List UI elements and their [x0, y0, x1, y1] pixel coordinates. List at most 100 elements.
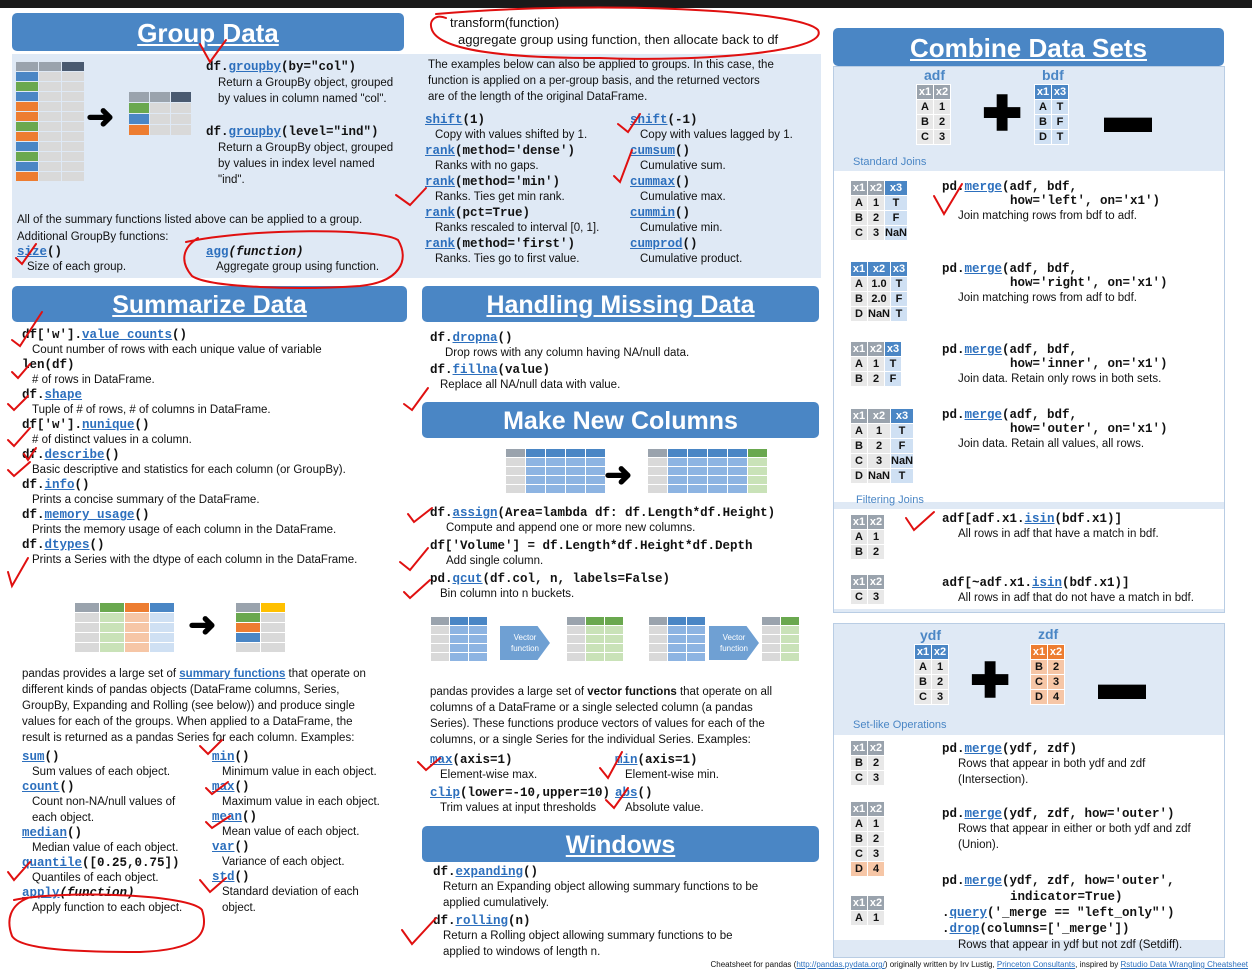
expanding-link[interactable]: expanding: [456, 865, 524, 879]
summary-left-functions: sum() Sum values of each object. count() Co…: [22, 750, 182, 916]
cumprod-link[interactable]: cumprod: [630, 237, 683, 251]
rank-link[interactable]: rank: [425, 206, 455, 220]
not-isin-link[interactable]: isin: [1032, 576, 1062, 590]
merge-inter-link[interactable]: merge: [965, 742, 1003, 756]
mean-link[interactable]: mean: [212, 810, 242, 824]
describe-link[interactable]: describe: [45, 448, 105, 462]
table-cell: 1: [867, 529, 885, 545]
annotation-line-1: transform(function): [450, 15, 560, 30]
table-cell: 4: [867, 861, 885, 877]
merge-link[interactable]: merge: [965, 262, 1003, 276]
table-cell: x1: [1034, 84, 1052, 100]
table-cell: C: [916, 129, 934, 145]
table-cell: F: [890, 291, 909, 307]
summary-result-grid: [236, 603, 285, 652]
cummin-link[interactable]: cummin: [630, 206, 675, 220]
max-link[interactable]: max: [430, 753, 453, 767]
table-cell: x2: [867, 574, 885, 590]
table-row: C3: [850, 846, 885, 862]
qcut-link[interactable]: qcut: [453, 572, 483, 586]
shift-link[interactable]: shift: [425, 113, 463, 127]
table-row: x1 x2 x3: [850, 408, 915, 424]
table-row: D NaN T: [850, 468, 915, 484]
clip-link[interactable]: clip: [430, 786, 460, 800]
query-link[interactable]: query: [950, 906, 988, 920]
table-row: DT: [1034, 129, 1069, 145]
pandas-site-link[interactable]: http://pandas.pydata.org/: [796, 960, 885, 969]
mini-table: x1 x2 x3 A 1 T B 2 F C 3 NaN: [850, 180, 909, 241]
dtypes-link[interactable]: dtypes: [45, 538, 90, 552]
intersection-table: x1 x2 B 2 C 3: [850, 740, 885, 786]
median-link[interactable]: median: [22, 826, 67, 840]
table-cell: B: [850, 755, 868, 771]
rstudio-link[interactable]: Rstudio Data Wrangling Cheatsheet: [1121, 960, 1248, 969]
assign-link[interactable]: assign: [453, 506, 498, 520]
table-row: C3: [916, 129, 951, 145]
fillna-link[interactable]: fillna: [453, 363, 498, 377]
table-cell: 2: [866, 438, 892, 454]
min-link[interactable]: min: [615, 753, 638, 767]
table-cell: x2: [867, 341, 885, 357]
drop-link[interactable]: drop: [950, 922, 980, 936]
quantile-link[interactable]: quantile: [22, 856, 82, 870]
table-row: x1 x2: [916, 84, 951, 100]
vector-function-item: abs() Absolute value.: [615, 786, 704, 814]
rank-link[interactable]: rank: [425, 175, 455, 189]
size-link[interactable]: size: [17, 245, 47, 259]
assign-entry: df.assign(Area=lambda df: df.Length*df.H…: [430, 506, 776, 534]
abs-link[interactable]: abs: [615, 786, 638, 800]
merge-link[interactable]: merge: [965, 343, 1003, 357]
isin-link[interactable]: isin: [1025, 512, 1055, 526]
table-cell: NaN: [866, 306, 892, 322]
table-cell: NaN: [883, 225, 909, 241]
table-cell: B: [916, 114, 934, 130]
shift-link[interactable]: shift: [630, 113, 668, 127]
cummax-link[interactable]: cummax: [630, 175, 675, 189]
group-function-item: shift(-1) Copy with values lagged by 1.: [630, 113, 793, 141]
merge-link[interactable]: merge: [965, 408, 1003, 422]
value_counts-link[interactable]: value_counts: [82, 328, 172, 342]
table-row: x1 x2 x3: [850, 180, 909, 196]
table-row: B2: [914, 674, 949, 690]
table-cell: x1: [916, 84, 934, 100]
max-link[interactable]: max: [212, 780, 235, 794]
group-function-item: cummin() Cumulative min.: [630, 206, 723, 234]
table-cell: B: [1030, 659, 1048, 675]
summary-functions-link[interactable]: summary functions: [179, 668, 285, 680]
min-link[interactable]: min: [212, 750, 235, 764]
apply-link[interactable]: apply: [22, 886, 60, 900]
rolling-link[interactable]: rolling: [456, 914, 509, 928]
rank-link[interactable]: rank: [425, 144, 455, 158]
merge-diff-link[interactable]: merge: [965, 874, 1003, 888]
std-link[interactable]: std: [212, 870, 235, 884]
sum-link[interactable]: sum: [22, 750, 45, 764]
dropna-link[interactable]: dropna: [453, 331, 498, 345]
var-link[interactable]: var: [212, 840, 235, 854]
groupby-link[interactable]: groupby: [229, 60, 282, 74]
cumsum-link[interactable]: cumsum: [630, 144, 675, 158]
memory_usage-link[interactable]: memory_usage: [45, 508, 135, 522]
princeton-link[interactable]: Princeton Consultants: [997, 960, 1075, 969]
table-cell: NaN: [890, 453, 915, 469]
groupby-level-link[interactable]: groupby: [229, 125, 282, 139]
count-link[interactable]: count: [22, 780, 60, 794]
rank-link[interactable]: rank: [425, 237, 455, 251]
nunique-link[interactable]: nunique: [82, 418, 135, 432]
agg-link[interactable]: agg: [206, 245, 229, 259]
table-row: x1 x2 x3: [850, 341, 902, 357]
merge-union-link[interactable]: merge: [965, 807, 1003, 821]
table-cell: x1: [850, 574, 868, 590]
info-link[interactable]: info: [45, 478, 75, 492]
group-function-item: rank(pct=True) Ranks rescaled to interval…: [425, 206, 600, 234]
table-cell: C: [1030, 674, 1048, 690]
table-row: B2: [916, 114, 951, 130]
table-cell: C: [850, 846, 868, 862]
equals-icon-2: ▬: [1098, 657, 1146, 710]
merge-link[interactable]: merge: [965, 180, 1003, 194]
shape-link[interactable]: shape: [45, 388, 83, 402]
table-cell: x3: [890, 261, 909, 277]
top-border: [0, 0, 1252, 8]
group-summary-note: All of the summary functions listed abov…: [17, 214, 363, 243]
table-cell: C: [850, 770, 868, 786]
table-row: C3: [850, 589, 885, 605]
